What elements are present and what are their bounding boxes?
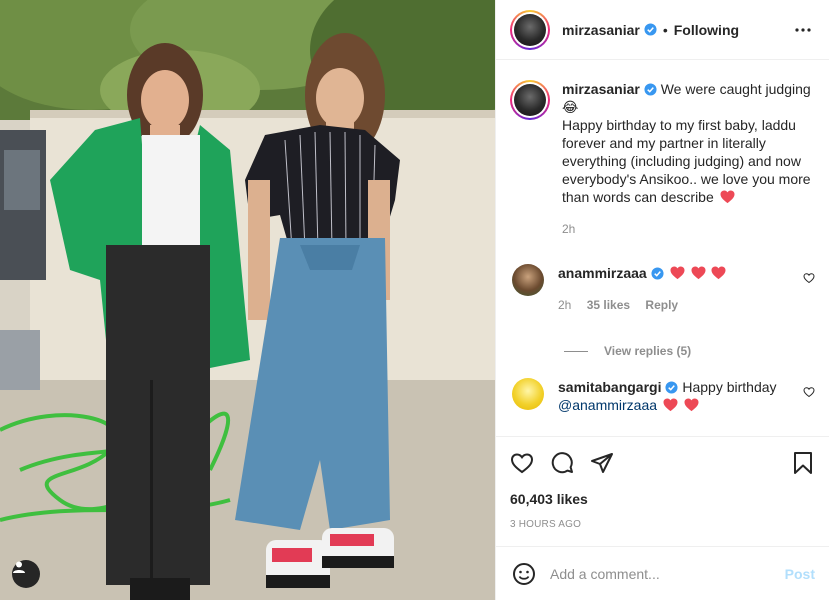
post-header: mirzasaniar • Following: [496, 0, 829, 60]
paper-plane-icon: [591, 453, 613, 473]
photo-illustration: [0, 0, 495, 600]
likes-count[interactable]: 60,403 likes: [510, 491, 815, 507]
comment: anammirzaaa 2h 35 likes Reply: [510, 264, 815, 314]
comment-meta: 2h 35 likes Reply: [558, 296, 788, 314]
red-heart-emoji-icon: [691, 266, 705, 280]
bookmark-icon: [794, 452, 812, 474]
comment: samitabangargi Happy birthday @anammirza…: [510, 378, 815, 414]
red-heart-emoji-icon: [670, 266, 685, 280]
commenter-avatar[interactable]: [512, 264, 544, 296]
like-button[interactable]: [510, 451, 534, 475]
comment-likes[interactable]: 35 likes: [587, 298, 630, 312]
share-button[interactable]: [590, 451, 614, 475]
post-panel: mirzasaniar • Following mirzasaniar We w…: [495, 0, 829, 600]
emoji-icon[interactable]: [512, 562, 536, 586]
author-username[interactable]: mirzasaniar: [562, 22, 640, 38]
posted-time[interactable]: 3 HOURS AGO: [510, 519, 815, 530]
caption-username[interactable]: mirzasaniar: [562, 81, 640, 97]
red-heart-emoji-icon: [720, 190, 735, 204]
tagged-people-button[interactable]: [12, 560, 40, 588]
post-photo[interactable]: [0, 0, 495, 600]
comment-body: samitabangargi Happy birthday @anammirza…: [558, 378, 788, 414]
red-heart-emoji-icon: [663, 398, 678, 412]
author-avatar[interactable]: [510, 9, 550, 50]
action-icons: [510, 449, 815, 477]
more-dots-icon: [795, 27, 811, 32]
verified-badge-icon: [665, 381, 679, 394]
post-actions: 60,403 likes 3 HOURS AGO: [496, 436, 829, 546]
commenter-avatar[interactable]: [512, 378, 544, 410]
red-heart-emoji-icon: [684, 398, 699, 412]
more-options-button[interactable]: [791, 18, 815, 42]
view-replies-button[interactable]: View replies (5): [564, 344, 815, 358]
verified-badge-icon: [644, 83, 657, 96]
commenter-username[interactable]: anammirzaaa: [558, 265, 647, 281]
verified-badge-icon: [644, 23, 657, 36]
view-replies-label: View replies (5): [604, 344, 692, 358]
red-heart-emoji-icon: [711, 266, 726, 280]
comment-hearts: [668, 265, 727, 281]
caption-text: mirzasaniar We were caught judging 😂 Hap…: [562, 80, 815, 238]
comment-input[interactable]: Add a comment...: [550, 566, 785, 582]
caption-time: 2h: [562, 222, 576, 236]
user-icon: [13, 561, 25, 573]
header-separator: •: [662, 21, 668, 38]
caption-line-2: Happy birthday to my first baby, laddu f…: [562, 117, 811, 205]
heart-icon: [510, 453, 534, 474]
comment-body: anammirzaaa 2h 35 likes Reply: [558, 264, 788, 314]
like-comment-heart-icon[interactable]: [803, 386, 815, 398]
comment-text: Happy birthday: [682, 379, 777, 395]
caption-avatar[interactable]: [510, 80, 550, 120]
like-comment-heart-icon[interactable]: [803, 272, 815, 284]
post-comment-button[interactable]: Post: [785, 566, 815, 582]
comment-time: 2h: [558, 298, 572, 312]
replies-divider: [564, 350, 588, 352]
caption: mirzasaniar We were caught judging 😂 Hap…: [510, 80, 815, 238]
commenter-username[interactable]: samitabangargi: [558, 379, 661, 395]
verified-badge-icon: [651, 267, 664, 280]
save-button[interactable]: [791, 451, 815, 475]
instagram-post: mirzasaniar • Following mirzasaniar We w…: [0, 0, 829, 600]
mention-link[interactable]: @anammirzaaa: [558, 397, 657, 413]
reply-button[interactable]: Reply: [645, 298, 678, 312]
following-button[interactable]: Following: [674, 22, 739, 38]
comment-composer: Add a comment... Post: [496, 546, 829, 600]
comment-bubble-icon: [551, 452, 573, 474]
comment-button[interactable]: [550, 451, 574, 475]
comments-list[interactable]: mirzasaniar We were caught judging 😂 Hap…: [496, 60, 829, 436]
